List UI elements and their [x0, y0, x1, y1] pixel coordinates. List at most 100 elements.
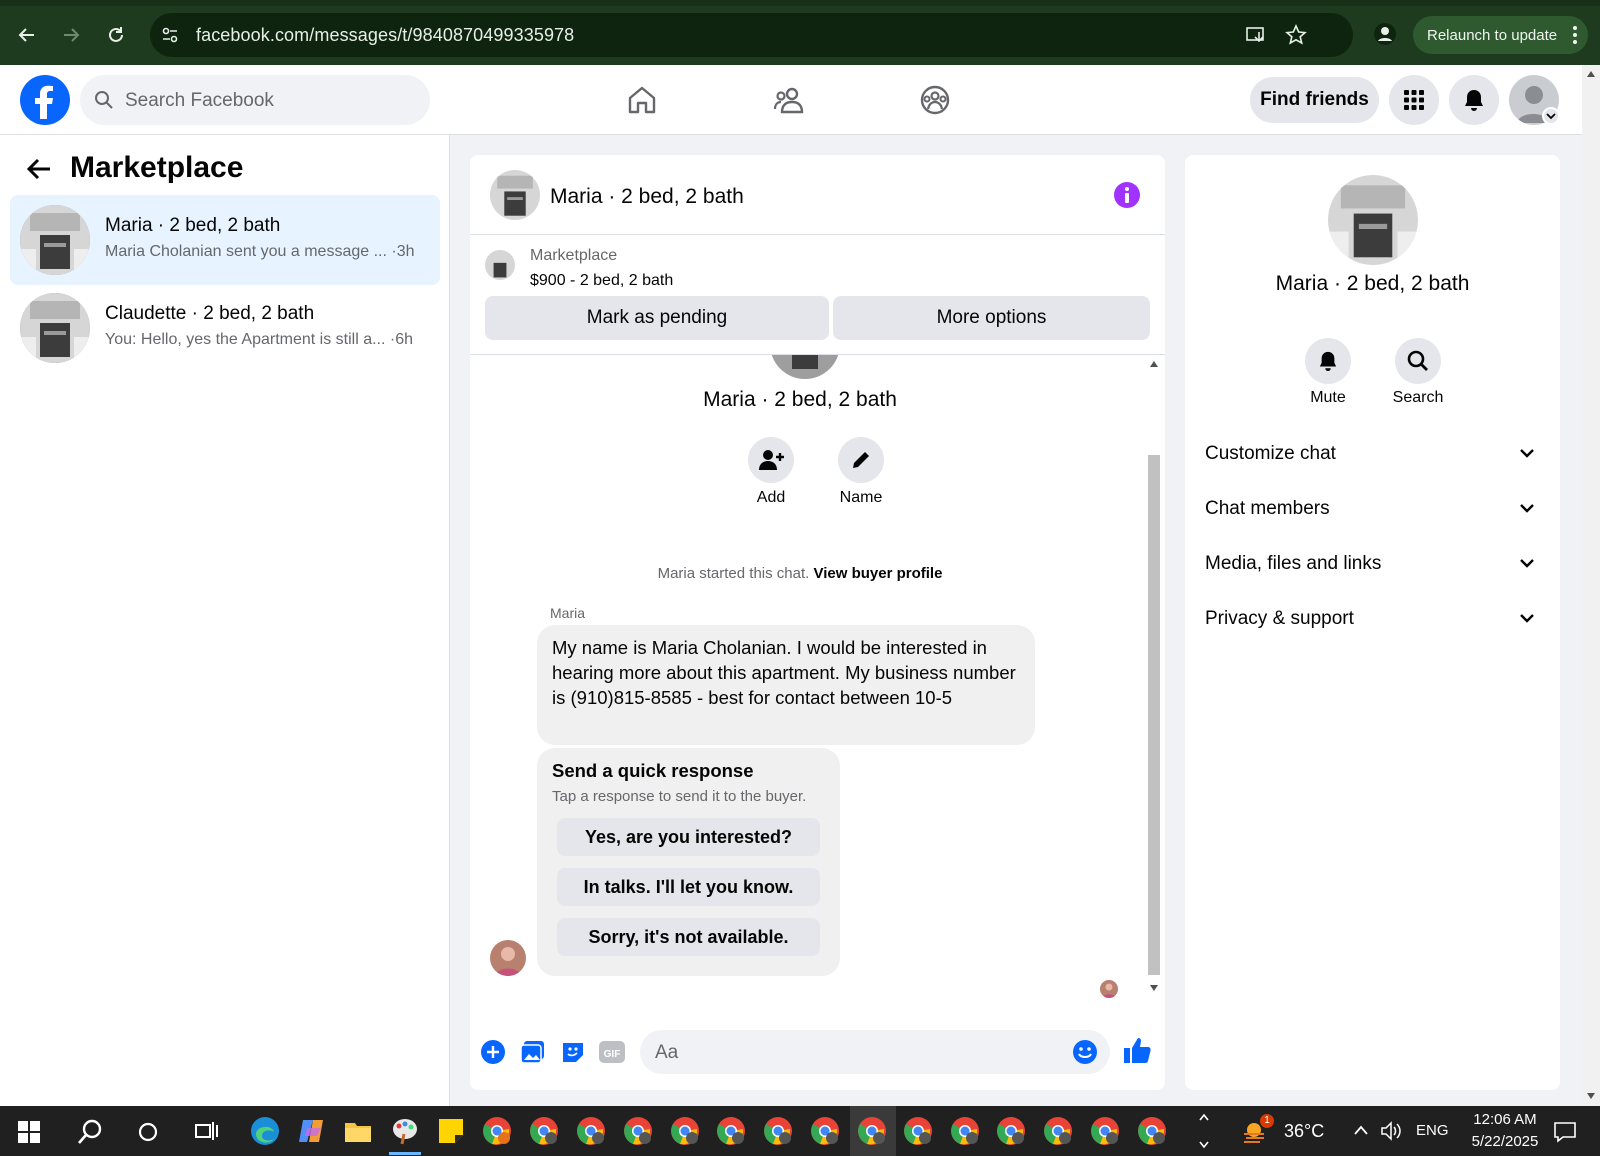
privacy-support-section[interactable]: Privacy & support — [1205, 600, 1545, 640]
chat-scrollbar[interactable] — [1146, 355, 1162, 998]
thumbs-up-icon[interactable] — [1122, 1035, 1152, 1065]
sticker-icon[interactable] — [560, 1039, 586, 1065]
site-info-icon[interactable] — [160, 25, 180, 45]
chrome-icon[interactable] — [1043, 1116, 1073, 1146]
emoji-icon[interactable] — [1072, 1039, 1098, 1065]
install-app-icon[interactable] — [1245, 24, 1267, 46]
view-buyer-profile-link[interactable]: View buyer profile — [813, 565, 942, 582]
chrome-icon[interactable] — [623, 1116, 653, 1146]
scrollbar-thumb[interactable] — [1148, 455, 1160, 975]
media-files-links-section[interactable]: Media, files and links — [1205, 545, 1545, 585]
info-icon[interactable] — [1113, 181, 1141, 209]
chrome-icon[interactable] — [810, 1116, 840, 1146]
reload-icon[interactable] — [103, 22, 129, 48]
sender-name: Maria — [550, 605, 586, 621]
bookmark-star-icon[interactable] — [1285, 24, 1307, 46]
pencil-icon[interactable] — [838, 437, 884, 483]
browser-toolbar: facebook.com/messages/t/9840870499335978… — [0, 0, 1600, 65]
message-bubble[interactable]: My name is Maria Cholanian. I would be i… — [537, 625, 1035, 745]
home-icon[interactable] — [621, 79, 663, 121]
listing-bar: Marketplace $900 - 2 bed, 2 bath Mark as… — [470, 235, 1165, 355]
gif-icon[interactable]: GIF — [598, 1039, 626, 1065]
quick-response-button[interactable]: Sorry, it's not available. — [557, 918, 820, 956]
clock-date[interactable]: 5/22/2025 — [1458, 1133, 1552, 1150]
edge-icon[interactable] — [250, 1116, 280, 1146]
temperature[interactable]: 36°C — [1284, 1121, 1324, 1142]
chrome-icon[interactable] — [1137, 1116, 1167, 1146]
chrome-icon[interactable] — [857, 1116, 887, 1146]
show-hidden-icons-icon[interactable] — [1353, 1124, 1369, 1136]
chrome-icon[interactable] — [482, 1116, 512, 1146]
friends-icon[interactable] — [768, 79, 810, 121]
taskbar-scroll-arrows[interactable] — [1198, 1112, 1210, 1150]
chat-title[interactable]: Maria · 2 bed, 2 bath — [550, 185, 744, 209]
mute-button[interactable] — [1305, 338, 1351, 384]
search-facebook-input[interactable]: Search Facebook — [80, 75, 430, 125]
groups-icon[interactable] — [914, 79, 956, 121]
menu-grid-icon[interactable] — [1389, 75, 1439, 125]
chat-members-section[interactable]: Chat members — [1205, 490, 1545, 530]
task-view-icon[interactable] — [195, 1120, 219, 1142]
more-options-button[interactable]: More options — [833, 296, 1150, 340]
address-bar[interactable]: facebook.com/messages/t/9840870499335978 — [150, 13, 1353, 57]
file-explorer-icon[interactable] — [343, 1116, 373, 1146]
mute-label: Mute — [1310, 389, 1346, 406]
chrome-icon[interactable] — [996, 1116, 1026, 1146]
chrome-icon[interactable] — [903, 1116, 933, 1146]
search-placeholder: Search Facebook — [125, 90, 274, 111]
chrome-icon[interactable] — [950, 1116, 980, 1146]
page-scrollbar[interactable] — [1582, 65, 1600, 1106]
chrome-icon[interactable] — [1090, 1116, 1120, 1146]
find-friends-button[interactable]: Find friends — [1250, 77, 1379, 123]
volume-icon[interactable] — [1380, 1121, 1404, 1141]
sidebar-title: Marketplace — [70, 151, 244, 184]
conversation-item[interactable]: Maria · 2 bed, 2 bath Maria Cholanian se… — [10, 195, 440, 285]
chrome-icon[interactable] — [576, 1116, 606, 1146]
customize-chat-section[interactable]: Customize chat — [1205, 435, 1545, 475]
clock-time[interactable]: 12:06 AM — [1465, 1111, 1545, 1128]
add-person-button[interactable] — [748, 437, 794, 483]
relaunch-button[interactable]: Relaunch to update — [1413, 16, 1588, 54]
notifications-bell-icon[interactable] — [1449, 75, 1499, 125]
back-arrow-icon[interactable] — [26, 157, 52, 181]
paint-icon[interactable] — [390, 1116, 420, 1146]
windows-start-icon[interactable] — [18, 1121, 40, 1143]
listing-description[interactable]: $900 - 2 bed, 2 bath — [530, 272, 673, 290]
copilot-icon[interactable] — [297, 1116, 327, 1146]
facebook-logo-icon[interactable] — [20, 75, 70, 125]
quick-response-button[interactable]: Yes, are you interested? — [557, 818, 820, 856]
message-input[interactable]: Aa — [640, 1030, 1110, 1074]
search-icon[interactable] — [76, 1118, 104, 1146]
listing-thumbnail — [20, 205, 90, 275]
profile-icon[interactable] — [1373, 22, 1397, 46]
facebook-header: Search Facebook Find friends — [0, 65, 1582, 135]
photo-icon[interactable] — [520, 1039, 546, 1065]
cortana-icon[interactable] — [138, 1122, 158, 1142]
notification-center-icon[interactable] — [1553, 1121, 1577, 1143]
profile-name: Maria · 2 bed, 2 bath — [703, 388, 897, 411]
chat-header: Maria · 2 bed, 2 bath — [470, 155, 1165, 235]
sticky-notes-icon[interactable] — [436, 1116, 466, 1146]
message-composer: GIF Aa — [470, 1015, 1165, 1090]
chrome-icon[interactable] — [529, 1116, 559, 1146]
account-chevron-icon[interactable] — [1542, 107, 1560, 125]
chrome-icon[interactable] — [716, 1116, 746, 1146]
chat-avatar[interactable] — [490, 170, 540, 220]
forward-icon[interactable] — [58, 22, 84, 48]
language-indicator[interactable]: ENG — [1416, 1122, 1449, 1139]
chrome-icon[interactable] — [763, 1116, 793, 1146]
plus-circle-icon[interactable] — [480, 1039, 506, 1065]
kebab-menu-icon[interactable] — [1572, 25, 1578, 45]
sender-avatar[interactable] — [490, 940, 526, 976]
name-label: Name — [839, 489, 883, 506]
quick-response-card: Send a quick response Tap a response to … — [537, 748, 840, 976]
search-in-chat-button[interactable] — [1395, 338, 1441, 384]
marketplace-sidebar: Marketplace Maria · 2 bed, 2 bath Maria … — [0, 135, 450, 1106]
quick-response-title: Send a quick response — [552, 760, 754, 781]
conversation-item[interactable]: Claudette · 2 bed, 2 bath You: Hello, ye… — [10, 283, 440, 373]
back-icon[interactable] — [14, 22, 40, 48]
tab-strip — [0, 0, 1600, 6]
mark-as-pending-button[interactable]: Mark as pending — [485, 296, 829, 340]
quick-response-button[interactable]: In talks. I'll let you know. — [557, 868, 820, 906]
chrome-icon[interactable] — [670, 1116, 700, 1146]
